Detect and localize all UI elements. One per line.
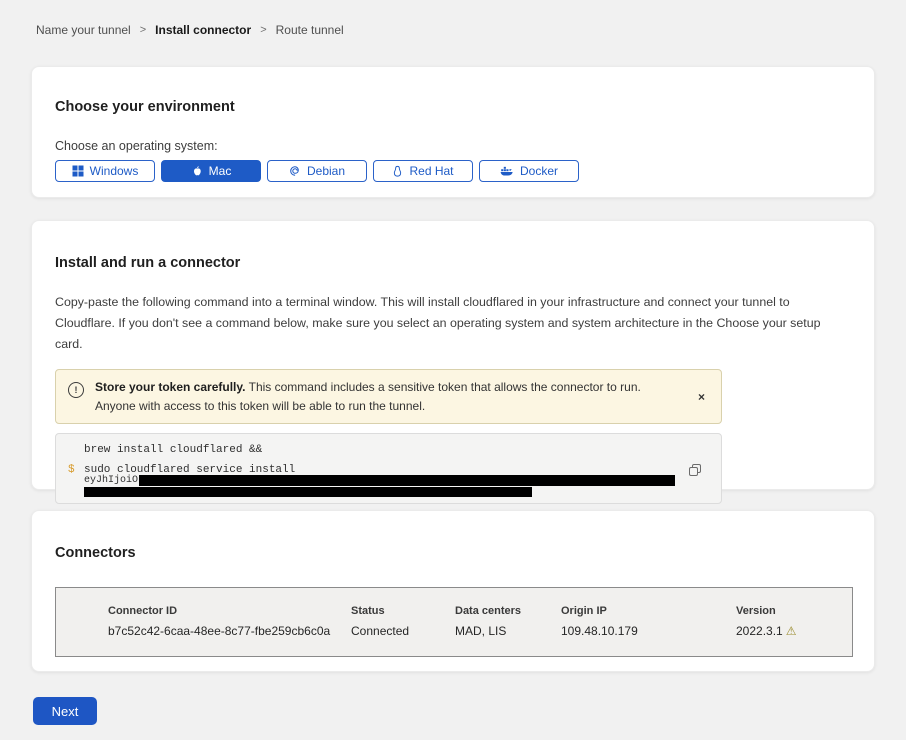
column-header: Connector ID <box>108 605 330 617</box>
debian-icon <box>289 165 301 177</box>
os-button-windows[interactable]: Windows <box>55 160 155 182</box>
data-centers-value: MAD, LIS <box>455 624 521 638</box>
column-header: Version <box>736 605 796 617</box>
token-redaction-bar <box>139 475 675 486</box>
version-value: 2022.3.1⚠ <box>736 624 796 638</box>
breadcrumb: Name your tunnel > Install connector > R… <box>36 23 344 37</box>
next-button[interactable]: Next <box>33 697 97 725</box>
docker-icon <box>500 165 514 177</box>
connector-id-value: b7c52c42-6caa-48ee-8c77-fbe259cb6c0a <box>108 624 330 638</box>
install-card-title: Install and run a connector <box>55 221 851 271</box>
os-button-label: Debian <box>307 164 345 178</box>
column-header: Data centers <box>455 605 521 617</box>
install-description: Copy-paste the following command into a … <box>55 292 851 355</box>
os-button-redhat[interactable]: Red Hat <box>373 160 473 182</box>
breadcrumb-step-route-tunnel[interactable]: Route tunnel <box>276 23 344 37</box>
column-header: Status <box>351 605 409 617</box>
column-data-centers: Data centers MAD, LIS <box>455 605 521 638</box>
status-badge: Connected <box>351 624 409 638</box>
warning-title: Store your token carefully. <box>95 380 246 394</box>
os-select-label: Choose an operating system: <box>55 139 851 153</box>
close-icon[interactable]: × <box>694 388 709 406</box>
install-command-code-block: brew install cloudflared && $ sudo cloud… <box>55 433 722 504</box>
os-button-docker[interactable]: Docker <box>479 160 579 182</box>
breadcrumb-separator: > <box>260 24 266 36</box>
redhat-icon <box>392 165 403 178</box>
os-button-mac[interactable]: Mac <box>161 160 261 182</box>
code-line-brew: brew install cloudflared && <box>84 444 262 456</box>
connectors-card: Connectors Connector ID b7c52c42-6caa-48… <box>31 510 875 672</box>
token-prefix: eyJhIjoiO <box>84 475 138 486</box>
warning-text: Store your token carefully. This command… <box>95 378 676 415</box>
column-origin-ip: Origin IP 109.48.10.179 <box>561 605 638 638</box>
apple-icon <box>191 165 203 178</box>
os-button-debian[interactable]: Debian <box>267 160 367 182</box>
windows-icon <box>72 165 84 177</box>
column-status: Status Connected <box>351 605 409 638</box>
environment-card: Choose your environment Choose an operat… <box>31 66 875 198</box>
warning-triangle-icon: ⚠ <box>786 624 797 638</box>
token-redaction-bar <box>84 487 532 497</box>
info-icon: ! <box>68 382 84 398</box>
breadcrumb-step-install-connector[interactable]: Install connector <box>155 23 251 37</box>
os-button-label: Red Hat <box>409 164 453 178</box>
os-button-label: Mac <box>209 164 232 178</box>
environment-card-title: Choose your environment <box>55 67 851 115</box>
connectors-card-title: Connectors <box>55 511 851 561</box>
origin-ip-value: 109.48.10.179 <box>561 624 638 638</box>
version-number: 2022.3.1 <box>736 624 783 638</box>
os-button-group: Windows Mac Debian Red Hat Docker <box>55 160 851 182</box>
code-prompt: $ <box>68 464 75 476</box>
install-connector-card: Install and run a connector Copy-paste t… <box>31 220 875 490</box>
breadcrumb-separator: > <box>140 24 146 36</box>
os-button-label: Windows <box>90 164 139 178</box>
copy-icon[interactable] <box>686 461 704 482</box>
os-button-label: Docker <box>520 164 558 178</box>
token-warning-banner: ! Store your token carefully. This comma… <box>55 369 722 424</box>
code-line-token: eyJhIjoiO <box>84 475 675 486</box>
breadcrumb-step-name-tunnel[interactable]: Name your tunnel <box>36 23 131 37</box>
column-version: Version 2022.3.1⚠ <box>736 605 796 638</box>
connectors-table: Connector ID b7c52c42-6caa-48ee-8c77-fbe… <box>55 587 853 657</box>
column-connector-id: Connector ID b7c52c42-6caa-48ee-8c77-fbe… <box>108 605 330 638</box>
column-header: Origin IP <box>561 605 638 617</box>
